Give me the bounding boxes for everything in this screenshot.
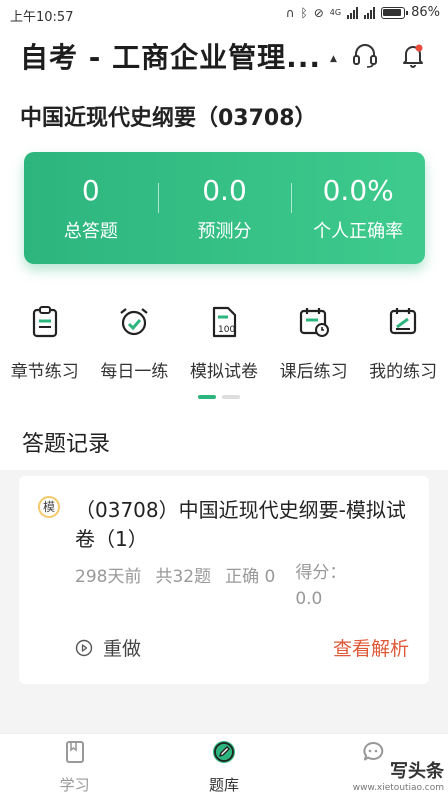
record-total: 共32题	[155, 567, 212, 587]
action-label: 课后练习	[279, 362, 348, 382]
status-bar: 上午10:57 ∩ ᛒ ⊘ 4G 86%	[0, 0, 448, 28]
stats-card: 0 总答题 0.0 预测分 0.0% 个人正确率	[24, 152, 425, 264]
record-correct: 正确 0	[225, 567, 276, 587]
battery-icon	[381, 7, 409, 19]
stat-value: 0.0%	[322, 174, 394, 207]
action-label: 章节练习	[10, 362, 79, 382]
stat-value: 0	[81, 174, 100, 207]
network-type-icon: 4G	[329, 8, 342, 17]
my-practice-icon	[390, 308, 417, 335]
subject-title: 中国近现代史纲要（03708）	[20, 106, 317, 131]
exam-paper-icon: 100	[212, 306, 237, 338]
watermark-url: www.xietoutiao.com	[352, 783, 444, 793]
action-chapter-practice[interactable]: 章节练习	[0, 305, 90, 382]
chapter-icon	[32, 306, 57, 338]
record-meta: 298天前 共32题 正确 0 得分：0.0	[75, 562, 355, 612]
redo-button[interactable]: 重做	[75, 634, 141, 661]
signal-icon-2	[364, 7, 376, 19]
stat-label: 预测分	[197, 221, 252, 242]
quick-actions: 章节练习 每日一练 100 模拟试卷 课后练习 我的练习	[0, 305, 448, 382]
headphones-status-icon: ∩	[285, 6, 295, 20]
record-days-ago: 298天前	[75, 567, 142, 587]
book-icon	[65, 741, 84, 763]
nav-label: 学习	[59, 776, 90, 794]
record-score: 得分：0.0	[295, 563, 347, 609]
record-title: （03708）中国近现代史纲要-模拟试卷（1）	[75, 498, 406, 551]
action-after-class[interactable]: 课后练习	[269, 305, 359, 382]
svg-text:100: 100	[218, 325, 235, 335]
redo-label: 重做	[103, 638, 142, 660]
bluetooth-icon: ᛒ	[300, 6, 308, 20]
action-label: 我的练习	[369, 362, 438, 382]
action-label: 模拟试卷	[189, 362, 258, 382]
stat-total-answered: 0 总答题	[24, 173, 158, 243]
action-label: 每日一练	[100, 362, 169, 382]
nav-label: 题库	[208, 776, 239, 794]
calendar-clock-icon	[299, 308, 329, 337]
record-section-title: 答题记录	[22, 432, 111, 457]
record-card[interactable]: 模 （03708）中国近现代史纲要-模拟试卷（1） 298天前 共32题 正确 …	[19, 476, 429, 684]
nav-question-bank[interactable]: 题库	[149, 734, 298, 795]
mock-badge: 模	[38, 496, 60, 518]
app-title[interactable]: 自考 - 工商企业管理...	[20, 36, 321, 76]
action-mock-exam[interactable]: 100 模拟试卷	[179, 305, 269, 382]
stat-predicted-score: 0.0 预测分	[157, 173, 292, 243]
headset-icon[interactable]	[350, 40, 380, 70]
stat-label: 个人正确率	[313, 221, 404, 242]
watermark: 写头条 www.xietoutiao.com	[353, 757, 444, 793]
nav-study[interactable]: 学习	[0, 734, 149, 795]
status-time: 上午10:57	[10, 10, 74, 25]
alarm-clock-icon	[120, 308, 149, 336]
page-indicator	[198, 395, 240, 399]
pencil-icon	[212, 741, 235, 763]
view-analysis-link[interactable]: 查看解析	[333, 634, 409, 661]
play-circle-icon	[75, 639, 93, 656]
page-dot	[222, 395, 240, 399]
stat-accuracy: 0.0% 个人正确率	[291, 173, 425, 243]
watermark-text: 写头条	[390, 761, 444, 782]
caret-icon[interactable]: ▲	[330, 54, 337, 64]
bell-icon[interactable]	[398, 40, 428, 70]
stat-label: 总答题	[63, 221, 118, 242]
signal-icon	[347, 7, 359, 19]
battery-percent: 86%	[411, 5, 440, 20]
mute-icon: ⊘	[313, 6, 324, 20]
stat-value: 0.0	[202, 174, 247, 207]
action-daily-practice[interactable]: 每日一练	[90, 305, 180, 382]
page-dot-active	[198, 395, 216, 399]
action-my-practice[interactable]: 我的练习	[358, 305, 448, 382]
